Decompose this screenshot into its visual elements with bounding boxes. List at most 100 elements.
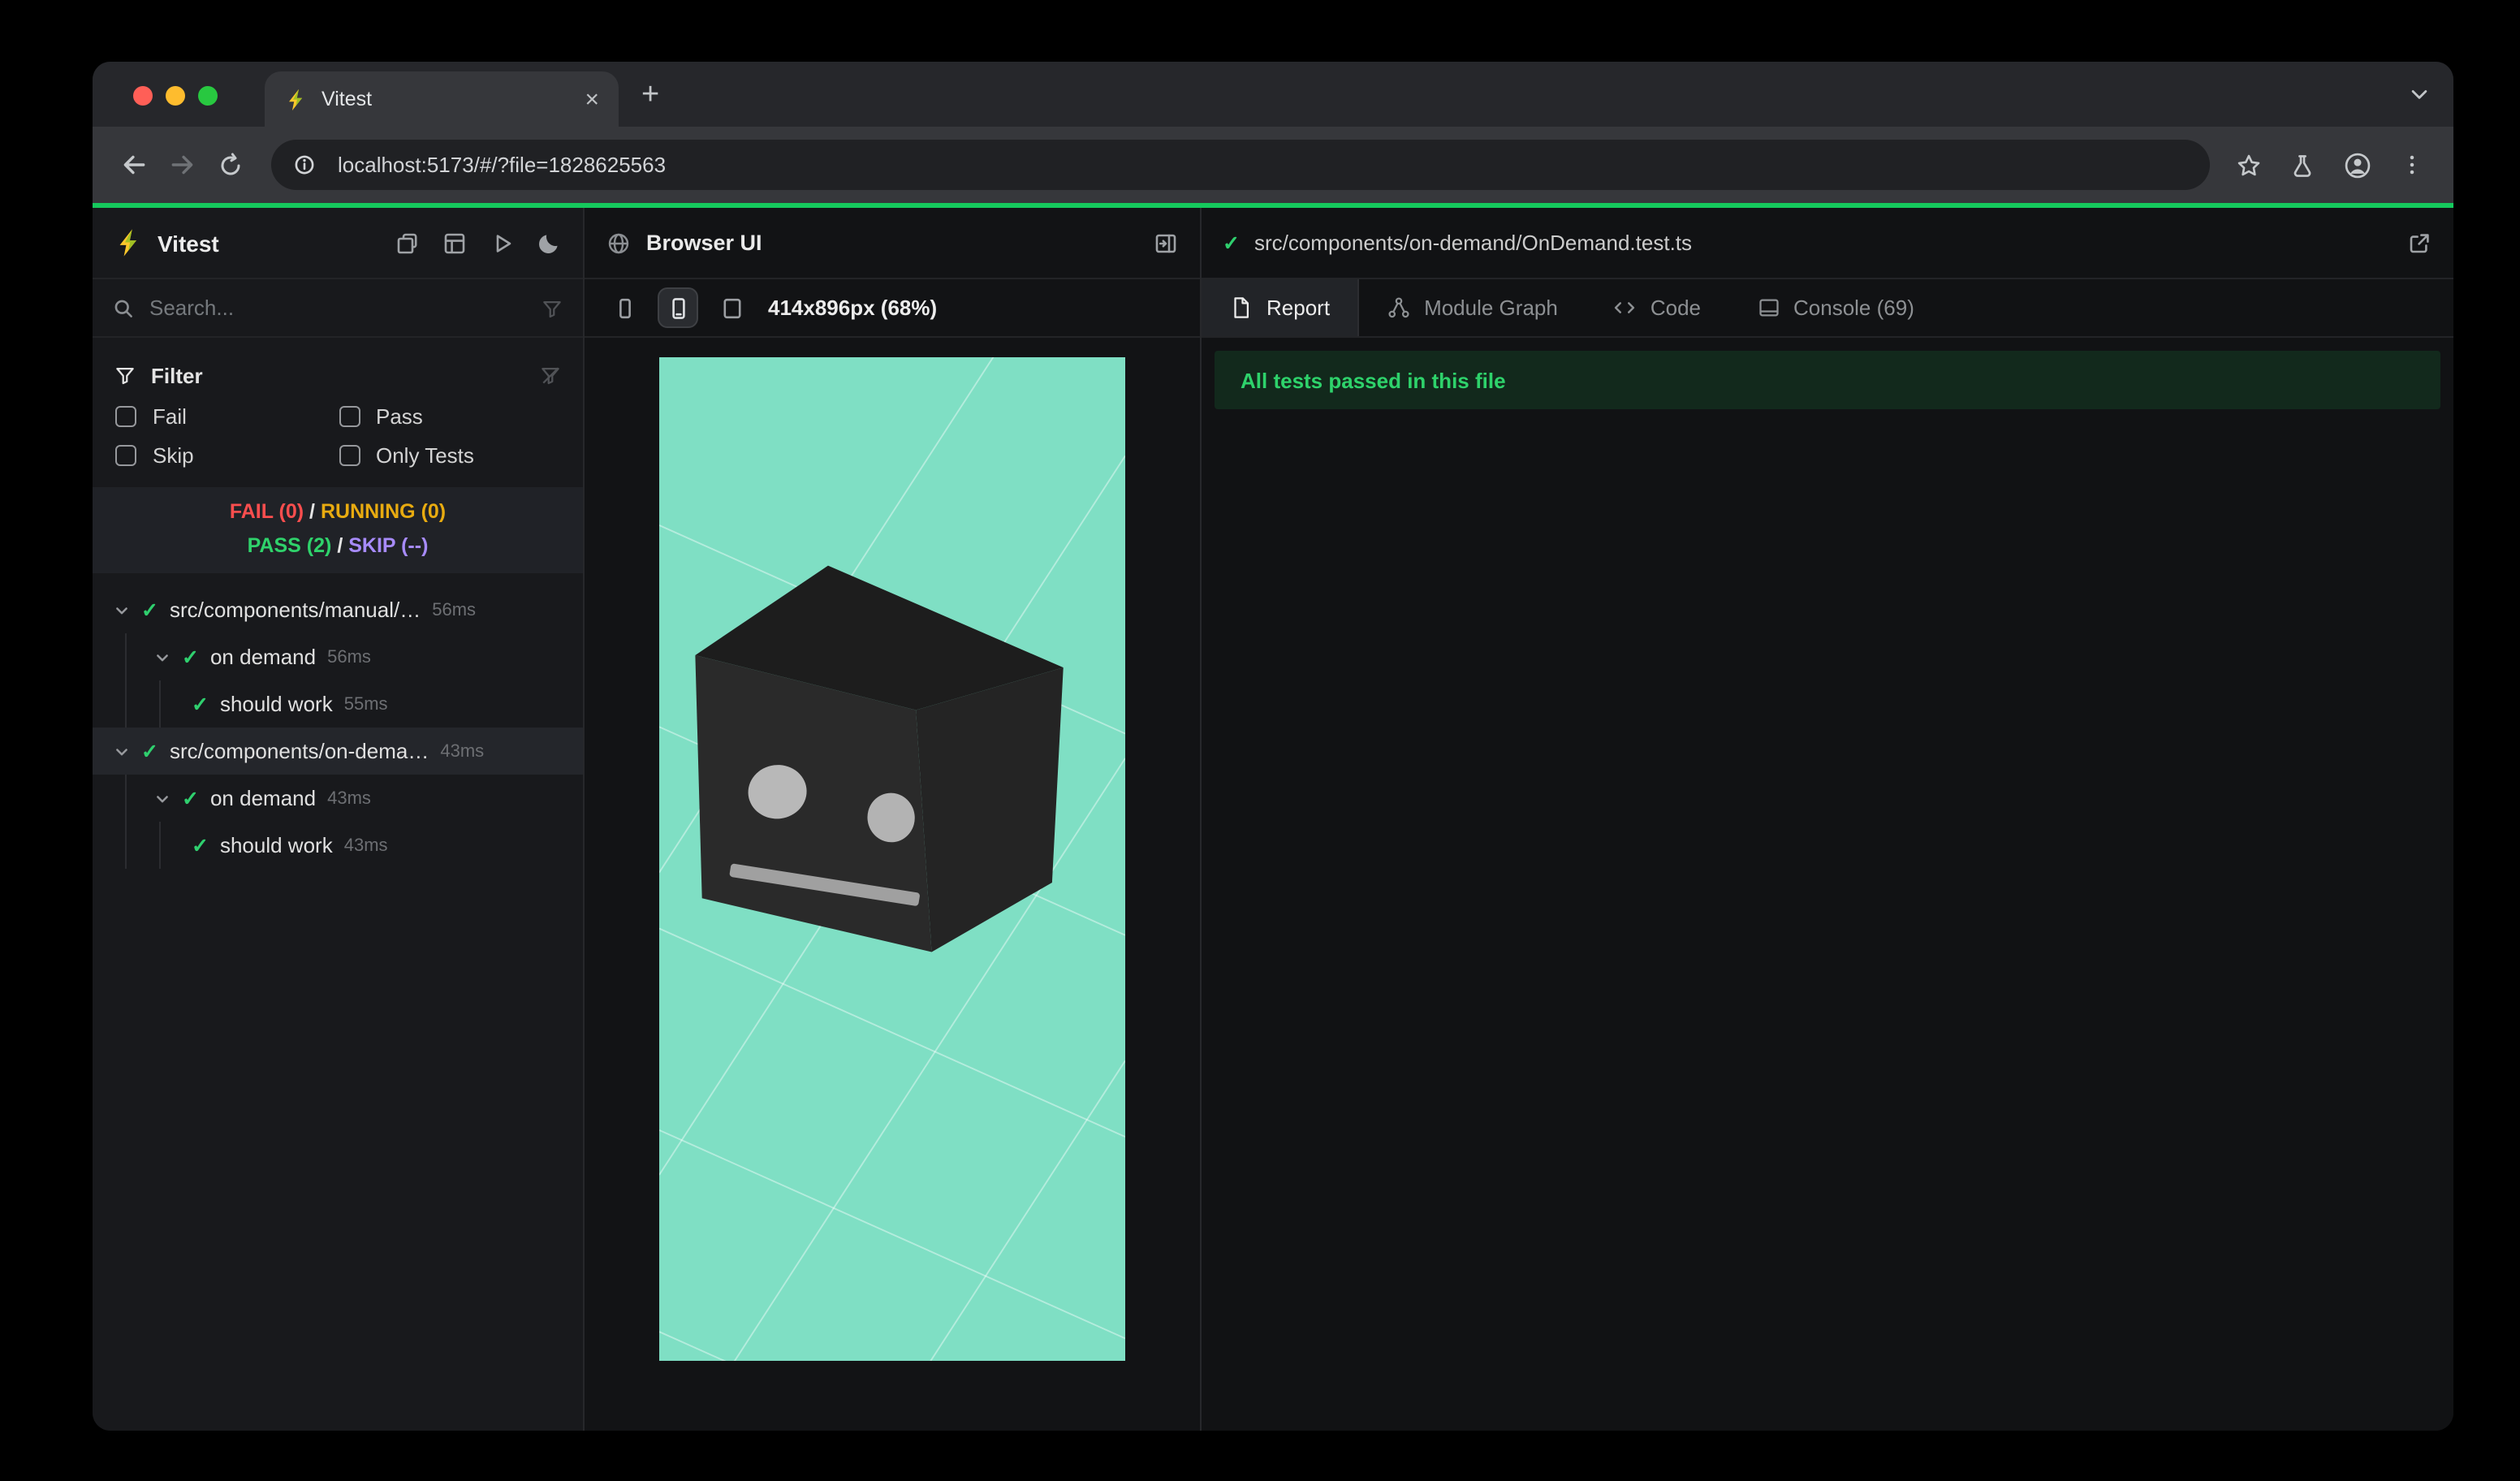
site-info-icon[interactable] xyxy=(284,145,323,184)
checkbox-fail[interactable] xyxy=(115,406,136,427)
preview-header: Browser UI xyxy=(585,208,1200,279)
tree-group: ✓ should work 43ms xyxy=(159,822,583,869)
device-toolbar: 414x896px (68%) xyxy=(585,279,1200,338)
checkbox-only-tests[interactable] xyxy=(339,445,360,466)
test-suite-name: on demand xyxy=(209,645,317,669)
dark-mode-moon-icon[interactable] xyxy=(536,230,562,256)
status-line-1: FAIL (0) / RUNNING (0) xyxy=(229,500,447,523)
browser-tab-vitest[interactable]: Vitest × xyxy=(265,71,619,127)
globe-icon xyxy=(608,232,629,253)
test-name: should work xyxy=(219,833,333,857)
chevron-down-icon[interactable] xyxy=(154,790,170,806)
filter-option-fail[interactable]: Fail xyxy=(115,404,339,429)
filter-option-pass[interactable]: Pass xyxy=(339,404,562,429)
back-button[interactable] xyxy=(109,140,158,189)
address-bar[interactable]: localhost:5173/#/?file=1828625563 xyxy=(271,140,2210,190)
filter-option-skip[interactable]: Skip xyxy=(115,443,339,468)
traffic-lights xyxy=(133,86,218,106)
tab-label: Module Graph xyxy=(1424,296,1558,320)
filter-label: Pass xyxy=(376,404,423,429)
menu-kebab-icon[interactable] xyxy=(2400,153,2424,177)
device-phone-small-button[interactable] xyxy=(604,287,645,328)
test-duration: 43ms xyxy=(327,788,371,808)
test-duration: 43ms xyxy=(440,741,485,761)
document-icon xyxy=(1234,297,1249,318)
vitest-favicon-icon xyxy=(289,88,303,110)
pass-check-icon: ✓ xyxy=(192,693,209,716)
filter-label: Only Tests xyxy=(376,443,474,468)
tab-console[interactable]: Console (69) xyxy=(1728,279,1942,336)
test-duration: 56ms xyxy=(432,600,477,620)
sidebar: Vitest Search... Filter Fail Pass Skip O… xyxy=(93,208,585,1431)
experiments-flask-icon[interactable] xyxy=(2289,152,2315,178)
profile-avatar-icon[interactable] xyxy=(2343,150,2372,179)
device-tablet-button[interactable] xyxy=(711,287,752,328)
reload-button[interactable] xyxy=(206,140,255,189)
browser-toolbar: localhost:5173/#/?file=1828625563 xyxy=(93,127,2453,203)
status-line-2: PASS (2) / SKIP (--) xyxy=(247,534,429,557)
tree-file-row-selected[interactable]: ✓ src/components/on-dema… 43ms xyxy=(93,728,583,775)
module-graph-icon xyxy=(1388,297,1409,318)
app-name: Vitest xyxy=(158,230,219,256)
pass-check-icon: ✓ xyxy=(141,740,158,763)
filter-option-only-tests[interactable]: Only Tests xyxy=(339,443,562,468)
test-file-name: src/components/on-dema… xyxy=(169,739,429,763)
url-text: localhost:5173/#/?file=1828625563 xyxy=(338,153,667,177)
tree-test-row[interactable]: ✓ should work 55ms xyxy=(161,680,583,728)
tree-test-row[interactable]: ✓ should work 43ms xyxy=(161,822,583,869)
grid-view-icon[interactable] xyxy=(442,230,468,256)
search-row xyxy=(93,279,583,338)
test-viewport-iframe[interactable] xyxy=(659,357,1125,1361)
open-external-icon[interactable] xyxy=(2406,230,2432,256)
banner-text: All tests passed in this file xyxy=(1241,368,1506,392)
checkbox-pass[interactable] xyxy=(339,406,360,427)
checkbox-skip[interactable] xyxy=(115,445,136,466)
tab-close-icon[interactable]: × xyxy=(585,87,599,111)
tab-search-chevron-icon[interactable] xyxy=(2408,83,2431,106)
test-tree: ✓ src/components/manual/… 56ms ✓ on dema… xyxy=(93,573,583,869)
test-duration: 43ms xyxy=(343,835,388,855)
tab-report[interactable]: Report xyxy=(1202,279,1360,336)
test-duration: 55ms xyxy=(343,694,388,714)
pass-check-icon: ✓ xyxy=(141,599,158,622)
test-duration: 56ms xyxy=(327,647,371,667)
new-tab-button[interactable]: + xyxy=(641,79,659,110)
tree-group: ✓ on demand 56ms ✓ should work 55ms xyxy=(125,633,583,728)
pass-check-icon: ✓ xyxy=(1223,232,1240,255)
sidebar-header: Vitest xyxy=(93,208,583,279)
clear-filter-icon[interactable] xyxy=(539,364,562,386)
open-panel-right-icon[interactable] xyxy=(1153,230,1179,256)
close-window-button[interactable] xyxy=(133,86,153,106)
filter-label: Fail xyxy=(153,404,187,429)
toolbar-actions xyxy=(2236,150,2424,179)
tab-label: Console (69) xyxy=(1793,296,1914,320)
code-icon xyxy=(1615,302,1635,313)
report-tabs: Report Module Graph Code Console (69) xyxy=(1202,279,2453,338)
chevron-down-icon[interactable] xyxy=(154,649,170,665)
device-phone-portrait-button-selected[interactable] xyxy=(658,287,698,328)
run-all-play-icon[interactable] xyxy=(489,230,515,256)
report-header: ✓ src/components/on-demand/OnDemand.test… xyxy=(1202,208,2453,279)
tab-code[interactable]: Code xyxy=(1586,279,1728,336)
minimize-window-button[interactable] xyxy=(166,86,185,106)
search-input[interactable] xyxy=(149,296,541,320)
chevron-down-icon[interactable] xyxy=(114,602,130,618)
test-name: should work xyxy=(219,692,333,716)
forward-button[interactable] xyxy=(158,140,206,189)
console-icon xyxy=(1758,299,1778,317)
tab-label: Report xyxy=(1266,296,1331,320)
tree-group: ✓ should work 55ms xyxy=(159,680,583,728)
rendered-3d-scene xyxy=(659,357,1125,1361)
tab-module-graph[interactable]: Module Graph xyxy=(1359,279,1586,336)
chevron-down-icon[interactable] xyxy=(114,743,130,759)
filter-label: Skip xyxy=(153,443,194,468)
dashboard-windows-icon[interactable] xyxy=(395,230,421,256)
screen: Vitest × + localhost:5173/#/?file=182862… xyxy=(0,0,2520,1481)
bookmark-star-icon[interactable] xyxy=(2236,152,2262,178)
tree-suite-row[interactable]: ✓ on demand 43ms xyxy=(127,775,583,822)
search-filter-icon[interactable] xyxy=(541,296,563,319)
tree-file-row[interactable]: ✓ src/components/manual/… 56ms xyxy=(93,586,583,633)
tab-label: Code xyxy=(1650,296,1701,320)
zoom-window-button[interactable] xyxy=(198,86,218,106)
tree-suite-row[interactable]: ✓ on demand 56ms xyxy=(127,633,583,680)
